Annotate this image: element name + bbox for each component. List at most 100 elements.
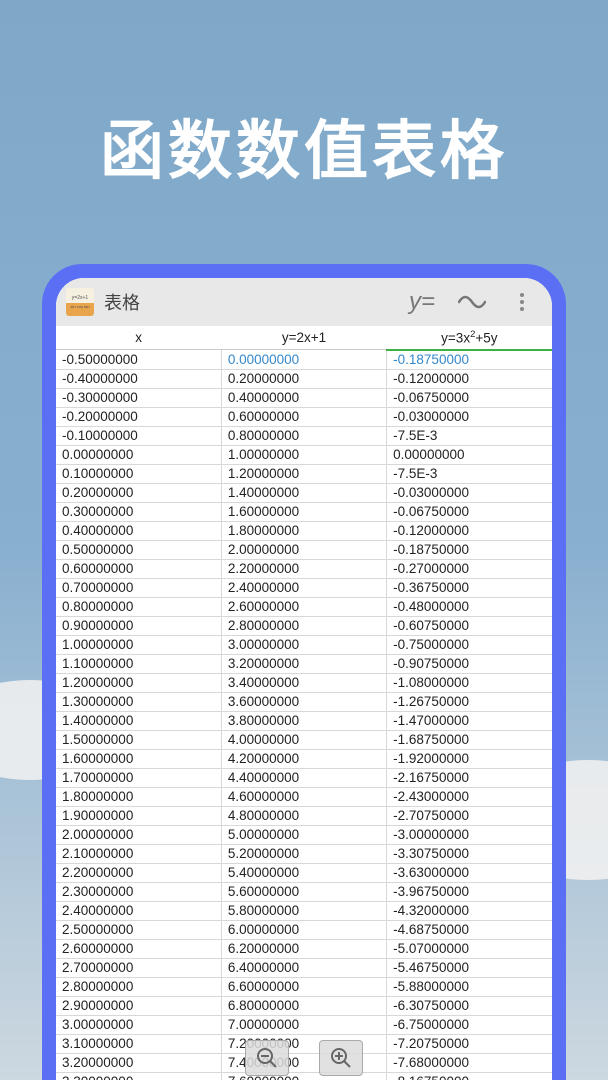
table-cell: -3.30750000 (387, 844, 552, 863)
table-cell: 1.80000000 (56, 787, 221, 806)
table-cell: 4.40000000 (221, 768, 386, 787)
table-cell: 0.80000000 (221, 426, 386, 445)
app-logo-icon[interactable]: y=2x+1 sin cos tan (66, 288, 94, 316)
table-row[interactable]: 2.400000005.80000000-4.32000000 (56, 901, 552, 920)
table-cell: 4.20000000 (221, 749, 386, 768)
table-cell: 1.60000000 (56, 749, 221, 768)
column-header-y2[interactable]: y=3x2+5y (387, 326, 552, 350)
table-container[interactable]: x y=2x+1 y=3x2+5y -0.500000000.00000000-… (56, 326, 552, 1080)
table-cell: 1.60000000 (221, 502, 386, 521)
table-cell: 2.90000000 (56, 996, 221, 1015)
table-row[interactable]: 0.600000002.20000000-0.27000000 (56, 559, 552, 578)
table-cell: 1.10000000 (56, 654, 221, 673)
table-row[interactable]: 1.200000003.40000000-1.08000000 (56, 673, 552, 692)
table-cell: 2.20000000 (221, 559, 386, 578)
table-cell: -3.63000000 (387, 863, 552, 882)
table-cell: 2.50000000 (56, 920, 221, 939)
table-cell: 0.60000000 (56, 559, 221, 578)
table-row[interactable]: 2.100000005.20000000-3.30750000 (56, 844, 552, 863)
zoom-controls (245, 1040, 363, 1076)
table-cell: -0.18750000 (387, 540, 552, 559)
table-cell: -2.43000000 (387, 787, 552, 806)
table-cell: 1.40000000 (221, 483, 386, 502)
table-cell: 0.60000000 (221, 407, 386, 426)
table-row[interactable]: 0.400000001.80000000-0.12000000 (56, 521, 552, 540)
table-row[interactable]: 2.200000005.40000000-3.63000000 (56, 863, 552, 882)
table-row[interactable]: 2.900000006.80000000-6.30750000 (56, 996, 552, 1015)
table-row[interactable]: -0.300000000.40000000-0.06750000 (56, 388, 552, 407)
table-row[interactable]: 2.600000006.20000000-5.07000000 (56, 939, 552, 958)
table-row[interactable]: 0.000000001.000000000.00000000 (56, 445, 552, 464)
table-row[interactable]: 0.200000001.40000000-0.03000000 (56, 483, 552, 502)
table-cell: -1.68750000 (387, 730, 552, 749)
table-row[interactable]: 2.000000005.00000000-3.00000000 (56, 825, 552, 844)
function-table: x y=2x+1 y=3x2+5y -0.500000000.00000000-… (56, 326, 552, 1080)
table-cell: -2.16750000 (387, 768, 552, 787)
table-cell: 0.30000000 (56, 502, 221, 521)
table-cell: 3.20000000 (221, 654, 386, 673)
table-row[interactable]: 1.400000003.80000000-1.47000000 (56, 711, 552, 730)
table-row[interactable]: 0.700000002.40000000-0.36750000 (56, 578, 552, 597)
table-cell: 2.80000000 (221, 616, 386, 635)
table-cell: 0.70000000 (56, 578, 221, 597)
table-cell: 3.20000000 (56, 1053, 221, 1072)
table-cell: -5.07000000 (387, 939, 552, 958)
table-cell: 1.00000000 (221, 445, 386, 464)
table-cell: -0.10000000 (56, 426, 221, 445)
toolbar: y=2x+1 sin cos tan 表格 y= (56, 278, 552, 326)
table-cell: 2.60000000 (221, 597, 386, 616)
table-row[interactable]: -0.500000000.00000000-0.18750000 (56, 350, 552, 370)
table-cell: -5.88000000 (387, 977, 552, 996)
table-row[interactable]: 1.600000004.20000000-1.92000000 (56, 749, 552, 768)
table-row[interactable]: 0.900000002.80000000-0.60750000 (56, 616, 552, 635)
table-cell: -0.60750000 (387, 616, 552, 635)
table-row[interactable]: 2.500000006.00000000-4.68750000 (56, 920, 552, 939)
table-row[interactable]: 0.300000001.60000000-0.06750000 (56, 502, 552, 521)
table-row[interactable]: 1.100000003.20000000-0.90750000 (56, 654, 552, 673)
table-cell: -6.75000000 (387, 1015, 552, 1034)
table-row[interactable]: 0.100000001.20000000-7.5E-3 (56, 464, 552, 483)
table-row[interactable]: 1.300000003.60000000-1.26750000 (56, 692, 552, 711)
table-cell: 6.40000000 (221, 958, 386, 977)
table-row[interactable]: 1.700000004.40000000-2.16750000 (56, 768, 552, 787)
table-cell: 7.00000000 (221, 1015, 386, 1034)
table-cell: 1.00000000 (56, 635, 221, 654)
column-header-y1[interactable]: y=2x+1 (221, 326, 386, 350)
hero-title: 函数数值表格 (0, 100, 608, 192)
table-row[interactable]: 0.800000002.60000000-0.48000000 (56, 597, 552, 616)
table-row[interactable]: 2.800000006.60000000-5.88000000 (56, 977, 552, 996)
table-cell: -8.16750000 (387, 1072, 552, 1080)
table-cell: 2.10000000 (56, 844, 221, 863)
table-cell: 1.80000000 (221, 521, 386, 540)
column-header-x[interactable]: x (56, 326, 221, 350)
table-cell: -4.32000000 (387, 901, 552, 920)
zoom-in-button[interactable] (319, 1040, 363, 1076)
table-row[interactable]: 1.900000004.80000000-2.70750000 (56, 806, 552, 825)
table-cell: 6.00000000 (221, 920, 386, 939)
zoom-out-button[interactable] (245, 1040, 289, 1076)
table-cell: -0.03000000 (387, 407, 552, 426)
table-row[interactable]: 1.500000004.00000000-1.68750000 (56, 730, 552, 749)
table-cell: -0.40000000 (56, 369, 221, 388)
table-cell: 4.00000000 (221, 730, 386, 749)
table-row[interactable]: -0.400000000.20000000-0.12000000 (56, 369, 552, 388)
table-row[interactable]: 1.800000004.60000000-2.43000000 (56, 787, 552, 806)
graph-icon[interactable] (452, 282, 492, 322)
table-cell: 0.00000000 (387, 445, 552, 464)
menu-icon[interactable] (502, 282, 542, 322)
table-row[interactable]: 2.300000005.60000000-3.96750000 (56, 882, 552, 901)
table-cell: 5.20000000 (221, 844, 386, 863)
table-row[interactable]: -0.200000000.60000000-0.03000000 (56, 407, 552, 426)
table-cell: 3.00000000 (221, 635, 386, 654)
table-row[interactable]: 3.000000007.00000000-6.75000000 (56, 1015, 552, 1034)
table-cell: -0.30000000 (56, 388, 221, 407)
table-cell: -1.92000000 (387, 749, 552, 768)
table-row[interactable]: 0.500000002.00000000-0.18750000 (56, 540, 552, 559)
table-cell: -0.12000000 (387, 521, 552, 540)
table-row[interactable]: 1.000000003.00000000-0.75000000 (56, 635, 552, 654)
table-row[interactable]: -0.100000000.80000000-7.5E-3 (56, 426, 552, 445)
table-row[interactable]: 2.700000006.40000000-5.46750000 (56, 958, 552, 977)
table-cell: 1.70000000 (56, 768, 221, 787)
table-cell: -0.48000000 (387, 597, 552, 616)
y-equals-button[interactable]: y= (402, 282, 442, 322)
